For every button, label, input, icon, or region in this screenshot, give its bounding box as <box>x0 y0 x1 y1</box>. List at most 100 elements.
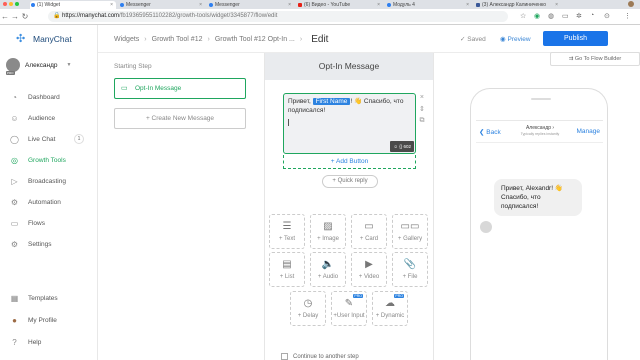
extension-icon[interactable]: ✲ <box>576 12 582 20</box>
delay-icon: ◷ <box>303 298 313 309</box>
forward-arrow-icon[interactable]: → <box>10 12 20 21</box>
star-icon[interactable]: ☆ <box>520 12 526 20</box>
sidebar-item-automation[interactable]: ⚙ Automation <box>10 198 90 207</box>
evernote-extension-icon[interactable]: ◉ <box>534 12 540 20</box>
unread-count-badge: 1 <box>74 134 84 144</box>
close-tab-icon[interactable]: × <box>110 1 113 9</box>
messenger-back-button[interactable]: ❮ Back <box>479 128 501 136</box>
manychat-logo-icon: ✣ <box>16 33 26 45</box>
sidebar-item-audience[interactable]: ☺ Audience <box>10 114 90 123</box>
go-to-flow-builder-button[interactable]: ⇉ Go To Flow Builder <box>550 52 640 66</box>
reload-icon[interactable]: ↻ <box>20 12 30 21</box>
account-name: Александр <box>25 61 58 69</box>
add-gallery-tile[interactable]: ▭▭ + Gallery <box>392 214 428 249</box>
browser-tab[interactable]: Messenger × <box>119 1 205 9</box>
add-card-tile[interactable]: ▭ + Card <box>351 214 387 249</box>
add-audio-tile[interactable]: 🔈 + Audio <box>310 252 346 287</box>
reorder-icon[interactable]: ⇕ <box>419 105 425 113</box>
sidebar-item-dashboard[interactable]: ◔ Dashboard <box>10 93 90 102</box>
maximize-window-icon[interactable] <box>15 2 19 6</box>
add-dynamic-tile[interactable]: PRO ☁ + Dynamic <box>372 291 408 326</box>
sidebar-item-label: Automation <box>28 199 61 206</box>
preview-button[interactable]: ◉ Preview <box>500 35 531 43</box>
breadcrumb-growth-tool[interactable]: Growth Tool #12 <box>152 36 203 43</box>
messenger-favicon-icon <box>209 3 213 7</box>
add-text-tile[interactable]: ☰ + Text <box>269 214 305 249</box>
back-arrow-icon[interactable]: ← <box>0 12 10 21</box>
saved-status: ✓ Saved <box>460 36 486 43</box>
sidebar-item-label: Settings <box>28 241 52 248</box>
step-label: Opt-In Message <box>135 85 182 92</box>
close-tab-icon[interactable]: × <box>377 1 380 9</box>
sidebar-item-settings[interactable]: ⚙ Settings <box>10 240 90 249</box>
url-field[interactable]: 🔒 https://manychat.com/fb193659551102282… <box>48 11 508 22</box>
add-file-tile[interactable]: 📎 + File <box>392 252 428 287</box>
sidebar-item-flows[interactable]: ▭ Flows <box>10 219 90 228</box>
sidebar-item-help[interactable]: ? Help <box>10 338 90 347</box>
tile-label: + Audio <box>317 274 339 280</box>
cast-icon[interactable]: ▭ <box>562 12 569 20</box>
sidebar-item-label: Broadcasting <box>28 178 66 185</box>
reply-time-note: Typically replies instantly <box>520 132 560 136</box>
preview-label: Preview <box>507 36 531 43</box>
tab-label: Messenger <box>215 2 240 8</box>
create-new-message-button[interactable]: + Create New Message <box>114 108 246 129</box>
url-host: https://manychat.com <box>62 13 120 19</box>
continue-to-another-step[interactable]: Continue to another step <box>281 353 359 360</box>
browser-tab[interactable]: (3) Александр Калиниченко × <box>475 1 561 9</box>
add-list-tile[interactable]: ▤ + List <box>269 252 305 287</box>
browser-tab[interactable]: (6) Видео - YouTube × <box>297 1 383 9</box>
step-opt-in-message[interactable]: ▭ Opt-In Message <box>114 78 246 99</box>
first-name-variable-chip[interactable]: First Name <box>312 98 351 105</box>
top-bar: Widgets › Growth Tool #12 › Growth Tool … <box>98 25 640 66</box>
text-message-input[interactable]: Привет, First Name! 👋 Спасибо, что подпи… <box>283 93 416 154</box>
close-tab-icon[interactable]: × <box>288 1 291 9</box>
saved-label: Saved <box>467 36 486 43</box>
growth-tools-icon: ◎ <box>11 156 18 165</box>
add-video-tile[interactable]: ▶ + Video <box>351 252 387 287</box>
url-path: /fb193659551102282/growth-tools/widget/3… <box>119 13 278 19</box>
flow-builder-label: Go To Flow Builder <box>574 56 622 62</box>
account-switcher[interactable]: PRO Александр ▼ <box>6 58 71 75</box>
add-button-button[interactable]: + Add Button <box>283 155 416 169</box>
delete-icon[interactable]: × <box>419 94 425 101</box>
sidebar-item-my-profile[interactable]: ● My Profile <box>10 316 90 325</box>
add-user-input-tile[interactable]: PRO ✎ +User Input <box>331 291 367 326</box>
browser-tab[interactable]: Messenger × <box>208 1 294 9</box>
copy-icon[interactable]: ⧉ <box>419 117 425 125</box>
browser-tab[interactable]: Модуль 4 × <box>386 1 472 9</box>
window-controls[interactable] <box>3 2 19 6</box>
sidebar-item-broadcasting[interactable]: ▷ Broadcasting <box>10 177 90 186</box>
sidebar-item-live-chat[interactable]: ◯ Live Chat 1 <box>10 134 90 144</box>
settings-icon: ⚙ <box>10 240 19 249</box>
sidebar-item-templates[interactable]: ▦ Templates <box>10 294 90 303</box>
minimize-window-icon[interactable] <box>9 2 13 6</box>
continue-label: Continue to another step <box>293 353 359 360</box>
publish-button[interactable]: Publish <box>543 31 608 46</box>
extension-icon[interactable]: ◔ <box>590 12 594 19</box>
logo-text: ManyChat <box>33 34 72 44</box>
browser-menu-icon[interactable]: ⋮ <box>624 12 631 20</box>
browser-tab[interactable]: (1) Widget × <box>30 1 116 9</box>
sidebar-item-growth-tools[interactable]: ◎ Growth Tools <box>10 156 90 165</box>
add-delay-tile[interactable]: ◷ + Delay <box>290 291 326 326</box>
breadcrumb-widgets[interactable]: Widgets <box>114 36 139 43</box>
close-tab-icon[interactable]: × <box>555 1 558 9</box>
browser-profile-avatar[interactable] <box>628 1 634 7</box>
extension-icon[interactable]: ◍ <box>548 12 554 20</box>
logo[interactable]: ✣ ManyChat <box>16 33 72 45</box>
breadcrumb-separator: › <box>299 36 303 43</box>
breadcrumb-flow[interactable]: Growth Tool #12 Opt-In ... <box>215 36 295 43</box>
quick-reply-button[interactable]: + Quick reply <box>322 175 378 188</box>
sidebar-item-label: Templates <box>28 295 58 302</box>
close-tab-icon[interactable]: × <box>466 1 469 9</box>
close-tab-icon[interactable]: × <box>199 1 202 9</box>
tile-label: +User Input <box>333 313 365 319</box>
audio-icon: 🔈 <box>321 259 335 270</box>
add-image-tile[interactable]: ▨ + Image <box>310 214 346 249</box>
close-window-icon[interactable] <box>3 2 7 6</box>
continue-checkbox[interactable] <box>281 353 288 360</box>
manage-link[interactable]: Manage <box>577 128 601 135</box>
extension-icon[interactable]: ⊙ <box>604 12 610 20</box>
tile-label: + Delay <box>297 313 319 319</box>
